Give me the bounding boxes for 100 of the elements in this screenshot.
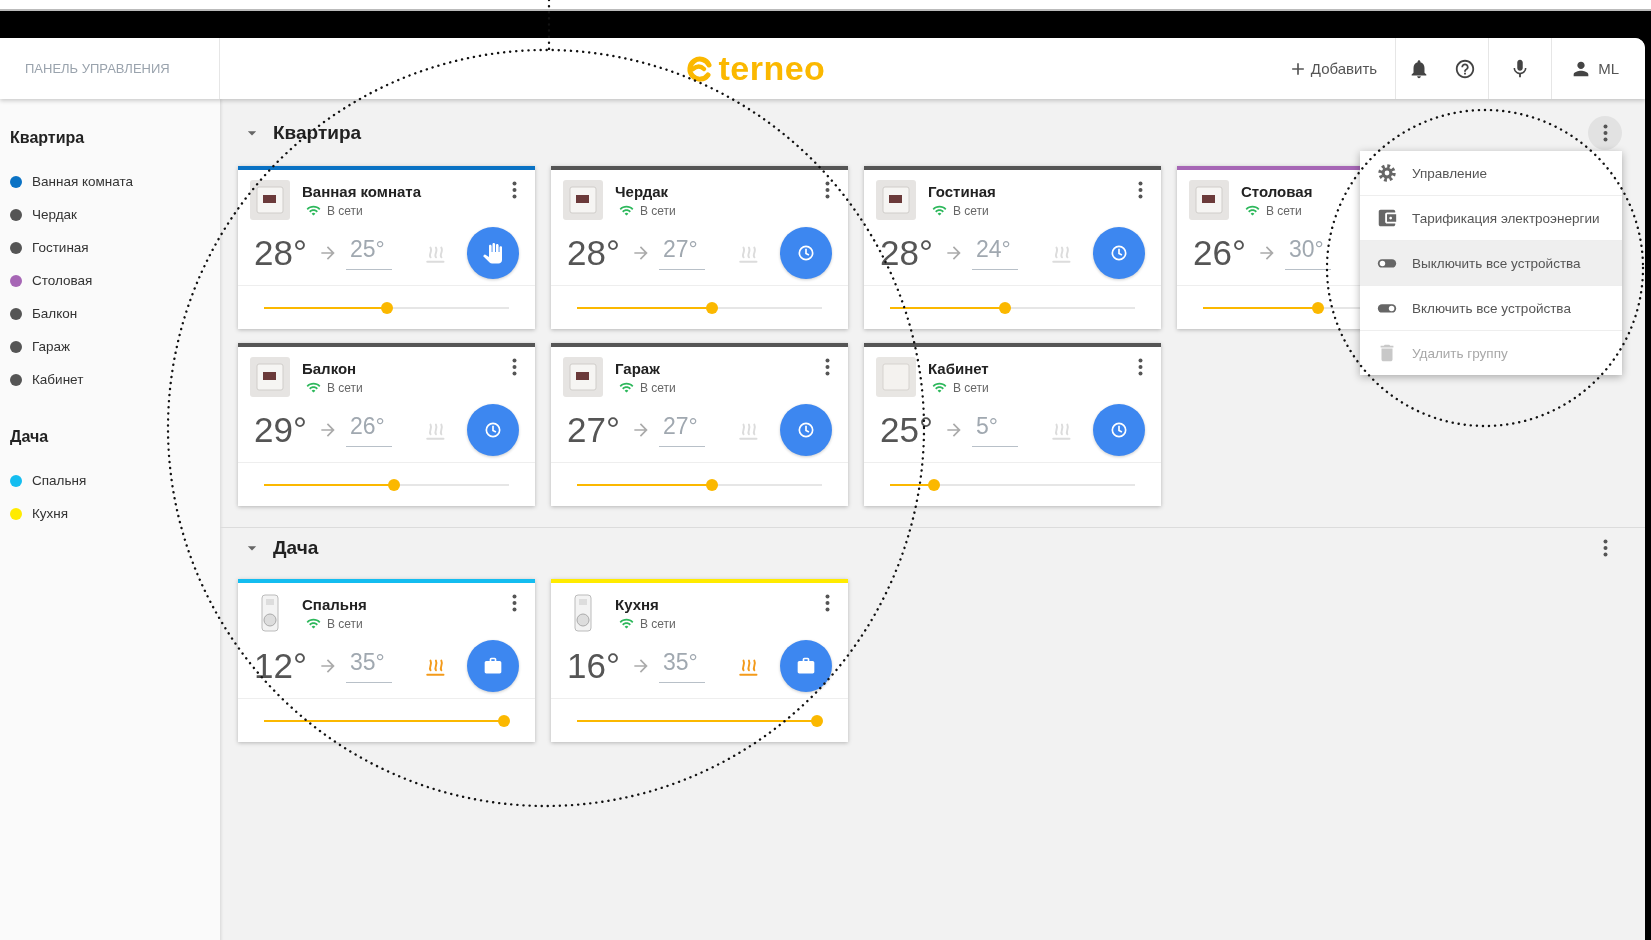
sidebar-item[interactable]: Балкон [10,297,220,330]
schedule-mode-button[interactable] [780,226,832,279]
help-icon[interactable] [1454,57,1477,80]
more-options-icon[interactable] [825,594,830,612]
current-temperature: 25° [880,409,934,450]
thermostat-card[interactable]: Гараж В сети 27° 27° [551,343,848,506]
room-name: Гостиная [928,183,997,200]
wifi-icon [619,380,634,395]
online-status: В сети [1266,203,1302,218]
current-temperature: 12° [254,645,308,686]
wallet-icon [1376,207,1398,229]
current-temperature: 29° [254,409,308,450]
away-mode-button[interactable] [467,639,519,692]
room-name: Гараж [615,360,661,377]
sidebar-group-title[interactable]: Дача [10,428,220,446]
online-status: В сети [640,616,676,631]
thermostat-card[interactable]: Кухня В сети 16° 35° [551,579,848,742]
thermostat-card[interactable]: Чердак В сети 28° 27° [551,166,848,329]
thermostat-card[interactable]: Кабинет В сети 25° 5° [864,343,1161,506]
wifi-icon [619,203,634,218]
sidebar-item[interactable]: Кухня [10,497,220,530]
current-temperature: 28° [254,232,308,273]
slider-thumb[interactable] [1312,301,1325,314]
schedule-mode-button[interactable] [1093,403,1145,456]
briefcase-icon [796,655,816,676]
current-temperature: 28° [880,232,934,273]
slider-thumb[interactable] [498,714,511,727]
thermostat-card[interactable]: Спальня В сети 12° 35° [238,579,535,742]
more-options-icon[interactable] [825,181,830,199]
room-name: Ванная комната [302,183,423,200]
online-status: В сети [640,203,676,218]
slider-thumb[interactable] [380,301,393,314]
current-temperature: 16° [567,645,621,686]
settings-icon [1376,162,1398,184]
room-name: Столовая [1241,183,1314,200]
schedule-mode-button[interactable] [1093,226,1145,279]
current-temperature: 26° [1193,232,1247,273]
current-temperature: 28° [567,232,621,273]
room-name: Балкон [302,360,358,377]
sidebar-item[interactable]: Ванная комната [10,165,220,198]
sidebar-item[interactable]: Спальня [10,464,220,497]
thermostat-card[interactable]: Гостиная В сети 28° 24° [864,166,1161,329]
thermostat-device-icon [876,180,916,220]
online-status: В сети [327,203,363,218]
wifi-icon [932,203,947,218]
menu-item[interactable]: Включить все устройства [1360,286,1622,331]
slider-thumb[interactable] [387,478,400,491]
hand-icon [481,240,505,265]
thermostat-device-icon [876,357,916,397]
away-mode-button[interactable] [780,639,832,692]
user-account-button[interactable]: ML [1552,38,1645,99]
current-temperature: 27° [567,409,621,450]
sidebar-item[interactable]: Столовая [10,264,220,297]
more-options-icon[interactable] [512,594,517,612]
more-options-icon [1602,539,1608,557]
wifi-icon [306,203,321,218]
wifi-icon [932,380,947,395]
sidebar-group-title[interactable]: Квартира [10,129,220,147]
slider-thumb[interactable] [811,714,824,727]
more-options-icon [1602,124,1608,142]
schedule-mode-button[interactable] [467,403,519,456]
online-status: В сети [327,380,363,395]
thermostat-device-icon [563,180,603,220]
menu-item[interactable]: Выключить все устройства [1360,241,1622,286]
room-name: Кабинет [928,360,990,377]
add-button[interactable]: Добавить [1269,38,1396,99]
schedule-mode-button[interactable] [780,403,832,456]
thermostat-device-icon [250,180,290,220]
group-title: Квартира [273,122,363,144]
thermostat-device-icon [250,357,290,397]
slider-thumb[interactable] [928,478,941,491]
thermostat-device-icon [1189,180,1229,220]
menu-item[interactable]: Управление [1360,151,1622,196]
thermostat-device-icon [563,357,603,397]
wifi-icon [1245,203,1260,218]
thermostat-card[interactable]: Балкон В сети 29° 26° [238,343,535,506]
sidebar-item[interactable]: Гараж [10,330,220,363]
online-status: В сети [327,616,363,631]
online-status: В сети [953,380,989,395]
group-title: Дача [273,537,320,559]
wifi-icon [306,616,321,631]
wifi-icon [306,380,321,395]
more-options-icon[interactable] [512,181,517,199]
more-options-icon[interactable] [1138,181,1143,199]
room-name: Спальня [302,596,368,613]
slider-thumb[interactable] [705,301,718,314]
group-more-button[interactable] [1588,116,1622,150]
manual-mode-button[interactable] [467,226,519,279]
sidebar-item[interactable]: Чердак [10,198,220,231]
more-options-icon[interactable] [512,358,517,376]
slider-thumb[interactable] [705,478,718,491]
thermostat-card[interactable]: Ванная комната В сети 28° 25° [238,166,535,329]
slider-thumb[interactable] [999,301,1012,314]
sidebar-item[interactable]: Гостиная [10,231,220,264]
room-name: Чердак [615,183,670,200]
briefcase-icon [483,655,503,676]
logo-text: terneo [718,49,826,88]
more-options-icon[interactable] [825,358,830,376]
more-options-icon[interactable] [1138,358,1143,376]
sidebar-item[interactable]: Кабинет [10,363,220,396]
